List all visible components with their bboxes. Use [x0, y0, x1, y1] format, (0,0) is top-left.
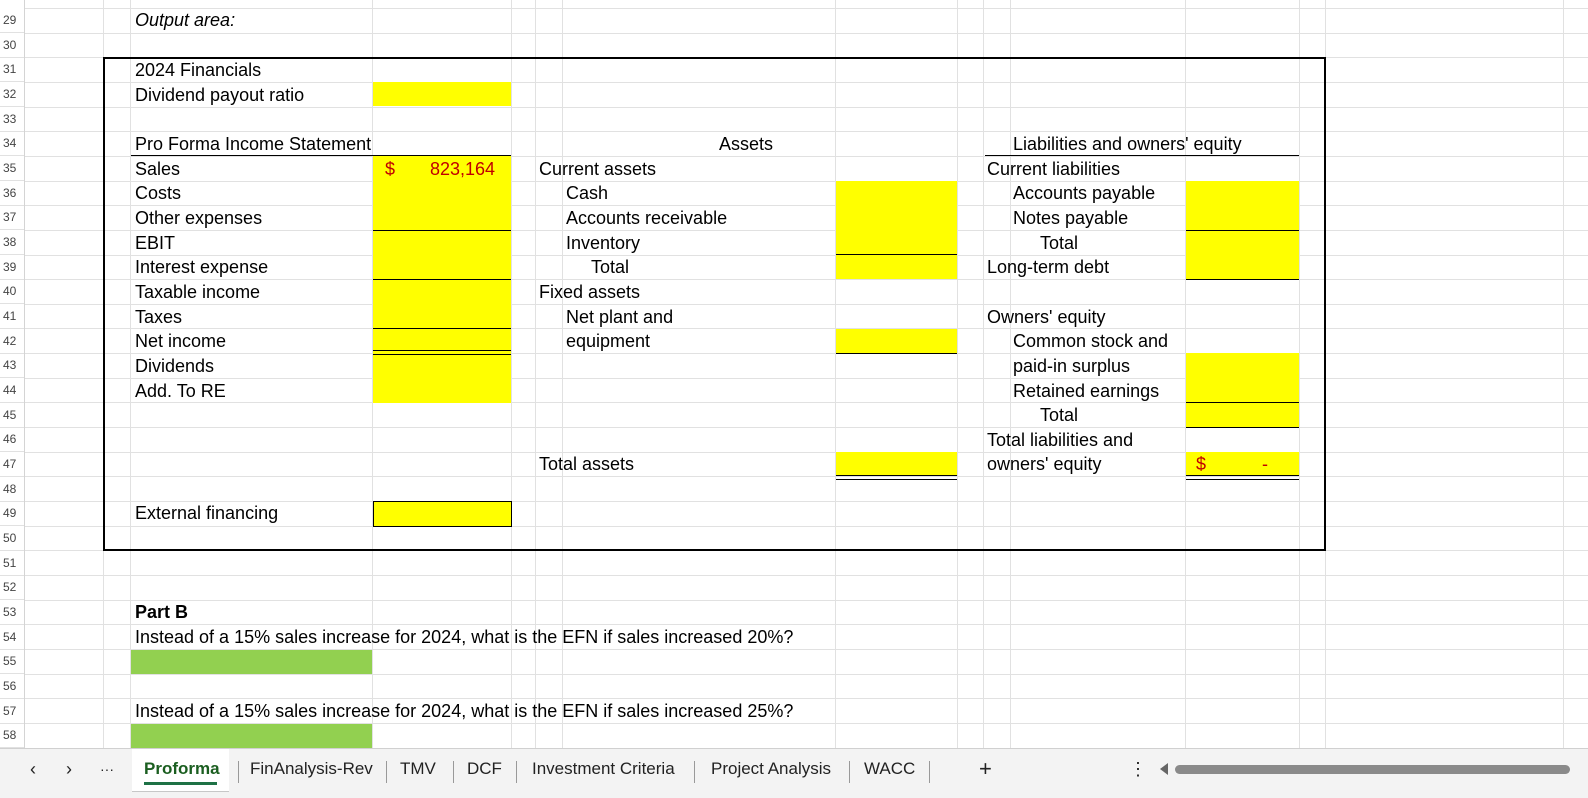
label-dividends: Dividends: [135, 356, 215, 376]
add-sheet-button[interactable]: +: [979, 749, 992, 789]
row-header: 29 30 31 32 33 34 35 36 37 38 39 40 41 4…: [0, 0, 25, 748]
income-statement-title: Pro Forma Income Statement: [135, 134, 372, 154]
label-assets-total: Total: [591, 257, 630, 277]
label-notes-payable: Notes payable: [1013, 208, 1129, 228]
label-current-assets: Current assets: [539, 159, 657, 179]
row-number: 39: [0, 255, 24, 280]
label-equity-total: Total: [1040, 405, 1079, 425]
assets-header: Assets: [719, 134, 774, 154]
label-total-assets: Total assets: [539, 454, 635, 474]
label-taxes: Taxes: [135, 307, 183, 327]
label-total-liabilities: Total liabilities and: [987, 430, 1134, 450]
row-number: 40: [0, 279, 24, 304]
label-costs: Costs: [135, 183, 182, 203]
row-number: 55: [0, 649, 24, 674]
row-number: 41: [0, 304, 24, 329]
row-number: 30: [0, 33, 24, 58]
row-number: 32: [0, 82, 24, 107]
row-number: 48: [0, 477, 24, 502]
label-owners-equity: Owners' equity: [987, 307, 1106, 327]
output-area-label: Output area:: [135, 10, 236, 30]
label-cash: Cash: [566, 183, 609, 203]
tab-investment-criteria[interactable]: Investment Criteria: [532, 749, 675, 789]
label-fixed-assets: Fixed assets: [539, 282, 641, 302]
sheet-tab-bar: ‹ › ··· Proforma FinAnalysis-Rev TMV DCF…: [0, 748, 1588, 798]
row-number: 43: [0, 353, 24, 378]
label-inventory: Inventory: [566, 233, 641, 253]
question-25-percent: Instead of a 15% sales increase for 2024…: [135, 701, 794, 721]
label-owners-equity-2: owners' equity: [987, 454, 1102, 474]
row-number: 46: [0, 427, 24, 452]
row-number: 31: [0, 57, 24, 82]
row-number: 58: [0, 723, 24, 748]
spreadsheet-grid[interactable]: 29 30 31 32 33 34 35 36 37 38 39 40 41 4…: [0, 0, 1588, 748]
label-common-stock: Common stock and: [1013, 331, 1169, 351]
row-number: 38: [0, 230, 24, 255]
sales-currency: $: [385, 159, 396, 179]
tle-value[interactable]: -: [1262, 453, 1268, 475]
label-liabilities-total: Total: [1040, 233, 1079, 253]
label-taxable-income: Taxable income: [135, 282, 261, 302]
row-number: 35: [0, 156, 24, 181]
row-number: 54: [0, 625, 24, 650]
tab-tmv[interactable]: TMV: [400, 749, 436, 789]
row-number: 44: [0, 378, 24, 403]
tab-dcf[interactable]: DCF: [467, 749, 502, 789]
label-net-income: Net income: [135, 331, 227, 351]
more-sheets-button[interactable]: ···: [100, 749, 114, 789]
financials-title: 2024 Financials: [135, 60, 262, 80]
scroll-left-icon[interactable]: [1160, 763, 1168, 775]
row-number: 47: [0, 452, 24, 477]
tab-finanalysis-rev[interactable]: FinAnalysis-Rev: [250, 749, 373, 789]
row-number: 45: [0, 403, 24, 428]
gridline: [25, 8, 1588, 9]
row-number: 56: [0, 674, 24, 699]
row-number: 50: [0, 526, 24, 551]
label-other-expenses: Other expenses: [135, 208, 263, 228]
label-interest-expense: Interest expense: [135, 257, 269, 277]
label-accounts-receivable: Accounts receivable: [566, 208, 728, 228]
row-number: 52: [0, 575, 24, 600]
dividend-payout-label: Dividend payout ratio: [135, 85, 305, 105]
tab-project-analysis[interactable]: Project Analysis: [711, 749, 831, 789]
liabilities-header: Liabilities and owners' equity: [1013, 134, 1242, 154]
answer-20-percent[interactable]: [131, 650, 372, 674]
row-number: 42: [0, 329, 24, 354]
output-area-box: [103, 57, 1326, 551]
label-add-to-re: Add. To RE: [135, 381, 226, 401]
part-b-title: Part B: [135, 602, 189, 622]
next-sheet-button[interactable]: ›: [66, 749, 72, 789]
row-number: 33: [0, 107, 24, 132]
horizontal-scrollbar[interactable]: [1175, 765, 1570, 774]
question-20-percent: Instead of a 15% sales increase for 2024…: [135, 627, 794, 647]
label-current-liabilities: Current liabilities: [987, 159, 1121, 179]
label-retained-earnings: Retained earnings: [1013, 381, 1160, 401]
tab-wacc[interactable]: WACC: [864, 749, 915, 789]
tle-currency: $: [1196, 454, 1207, 474]
row-number: 49: [0, 501, 24, 526]
row-number: 57: [0, 699, 24, 724]
gridline: [25, 32, 1588, 34]
row-number: 29: [0, 8, 24, 33]
external-financing-label: External financing: [135, 503, 279, 523]
label-equipment: equipment: [566, 331, 651, 351]
row-number: 51: [0, 551, 24, 576]
label-ebit: EBIT: [135, 233, 176, 253]
active-tab-indicator: [144, 782, 217, 785]
label-accounts-payable: Accounts payable: [1013, 183, 1156, 203]
prev-sheet-button[interactable]: ‹: [30, 749, 36, 789]
label-long-term-debt: Long-term debt: [987, 257, 1110, 277]
label-sales: Sales: [135, 159, 181, 179]
row-number: 36: [0, 181, 24, 206]
answer-25-percent[interactable]: [131, 724, 372, 748]
row-number: 34: [0, 131, 24, 156]
label-paid-in-surplus: paid-in surplus: [1013, 356, 1131, 376]
label-net-plant: Net plant and: [566, 307, 674, 327]
row-number: 37: [0, 205, 24, 230]
row-number: 53: [0, 600, 24, 625]
sales-value[interactable]: 823,164: [430, 158, 495, 180]
gridline: [25, 599, 1588, 601]
gridline: [25, 574, 1588, 576]
more-options-icon[interactable]: ⋮: [1129, 749, 1147, 789]
